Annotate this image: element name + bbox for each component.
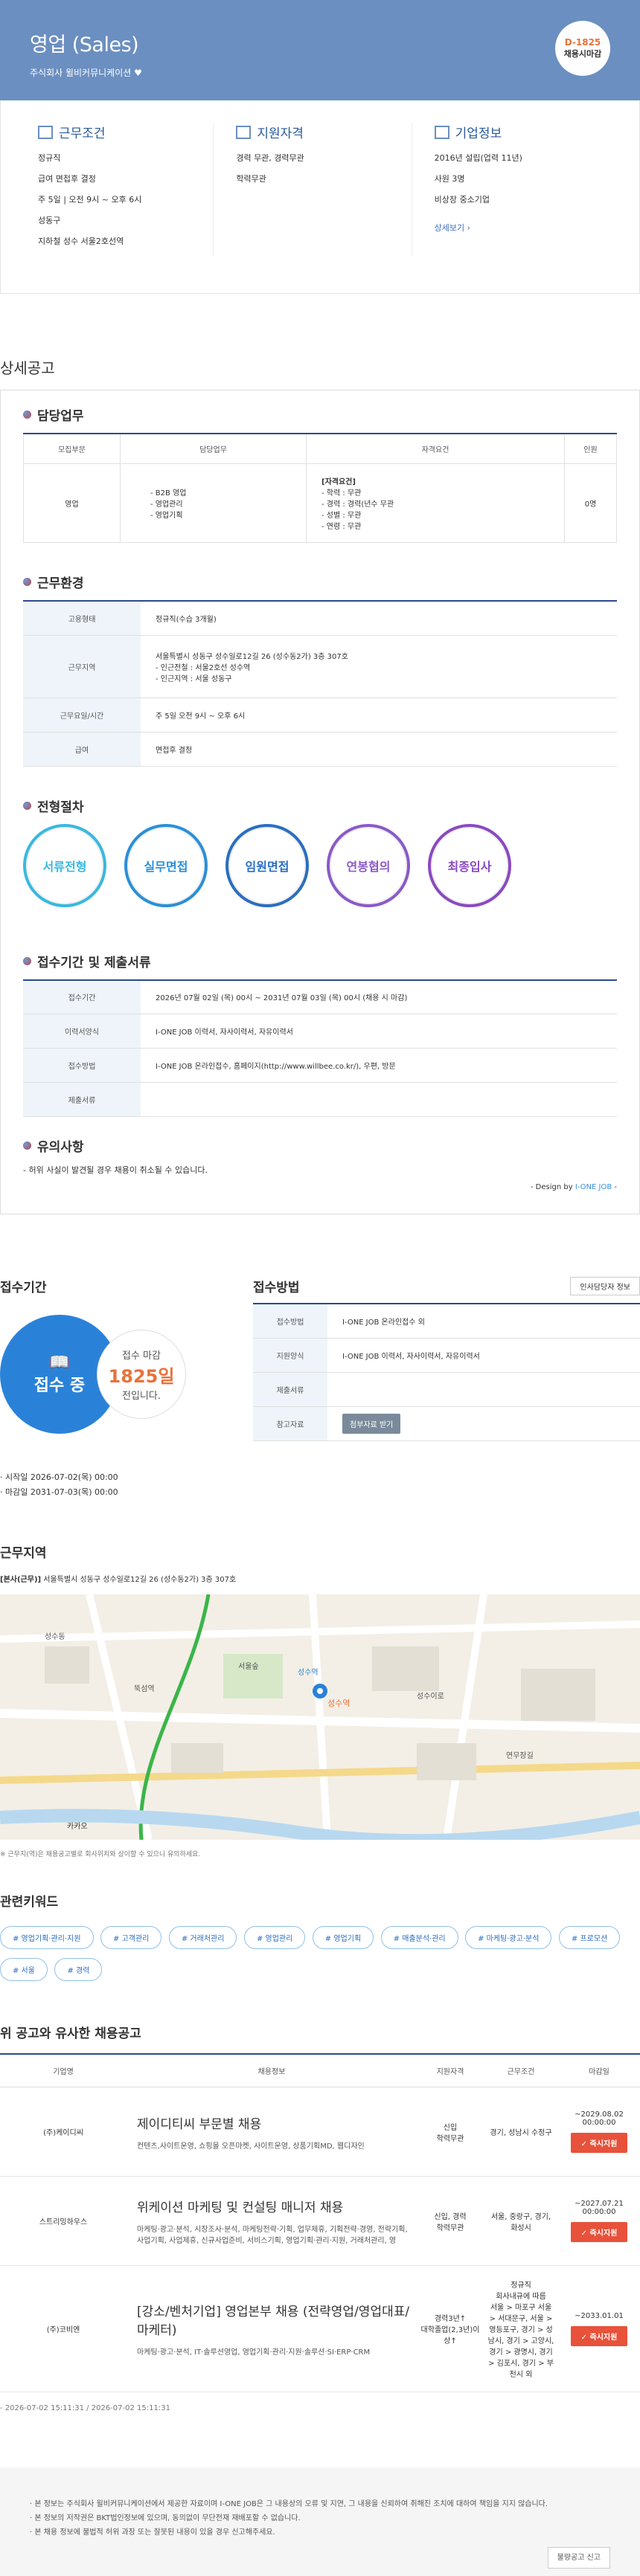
footer: · 본 정보는 주식회사 윌비커뮤니케이션에서 제공한 자료이며 I-ONE J… [0, 2467, 640, 2576]
location-map[interactable]: 성수동 뚝섬역 서울숲 성수역 성수이로 연무장길 카카오 성수역 [0, 1594, 640, 1840]
step-practical-interview: 실무면접 [124, 823, 208, 907]
map-label: 뚝섬역 [134, 1684, 155, 1693]
keyword-tag[interactable]: # 영업기획·관리·지원 [0, 1926, 94, 1949]
method-table: 접수방법 I-ONE JOB 온라인접수 외 지원양식 I-ONE JOB 이력서,… [253, 1303, 640, 1441]
keyword-list: # 영업기획·관리·지원 # 고객관리 # 거래처관리 # 영업관리 # 영업기… [0, 1926, 640, 1990]
keyword-tag[interactable]: # 프로모션 [558, 1926, 621, 1949]
company-name[interactable]: 주식회사 윌비커뮤니케이션 ♥ [30, 66, 640, 79]
bullet-icon [23, 578, 31, 586]
bullet-icon [23, 410, 31, 419]
remaining-circle: 접수 마감 1825일 전입니다. [97, 1330, 186, 1419]
quick-apply-button[interactable]: ✓ 즉시지원 [570, 2222, 628, 2242]
keyword-tag[interactable]: # 서울 [0, 1958, 48, 1981]
company-detail-link[interactable]: 상세보기 [435, 223, 464, 233]
apply-method: 접수방법 인사담당자 정보 접수방법 I-ONE JOB 온라인접수 외 지원양식… [253, 1277, 640, 1498]
detail-body: 담당업무 모집부문 담당업무 자격요건 인원 영업 - B2B 영업 - 영업관리 - 영… [0, 390, 640, 1214]
dday-badge: D-1825 채용시마감 [555, 21, 610, 76]
environment-table: 고용형태 정규직(수습 3개월) 근무지역 서울특별시 성동구 성수일로12길 26… [23, 600, 617, 767]
heart-icon[interactable]: ♥ [134, 68, 142, 78]
keyword-tag[interactable]: # 거래처관리 [168, 1926, 237, 1949]
apply-period: 접수기간 📖 접수 중 접수 마감 1825일 전입니다. · 시작일 2026… [0, 1277, 253, 1498]
map-graphic[interactable]: 성수동 뚝섬역 서울숲 성수역 성수이로 연무장길 카카오 성수역 [0, 1594, 640, 1840]
map-label: 서울숲 [238, 1662, 259, 1671]
similar-table: 기업명 채용정보 지원자격 근무조건 마감일 (주)케이디씨 제이디티씨 부문별 채용 컨… [0, 2053, 640, 2392]
start-date: · 시작일 2026-07-02(목) 00:00 [0, 1472, 118, 1482]
table-row[interactable]: (주)케이디씨 제이디티씨 부문별 채용 컨텐츠,사이트운영, 쇼핑몰 오픈마켓,… [0, 2087, 640, 2177]
map-marker-label: 성수역 [298, 1668, 319, 1677]
keyword-tag[interactable]: # 경력 [54, 1958, 103, 1981]
keyword-tag[interactable]: # 영업관리 [243, 1926, 306, 1949]
step-salary: 연봉협의 [327, 823, 410, 907]
map-label: 성수이로 [417, 1692, 444, 1701]
keyword-tag[interactable]: # 매출분석·관리 [380, 1926, 458, 1949]
keyword-section: 관련키워드 # 영업기획·관리·지원 # 고객관리 # 거래처관리 # 영업관리… [0, 1891, 640, 1990]
design-credit: - Design by I-ONE JOB - [530, 1183, 617, 1191]
table-row[interactable]: 스트리밍하우스 위케이션 마케팅 및 컨설팅 매니저 채용 마케팅·광고·분석, … [0, 2176, 640, 2266]
bullet-icon [23, 1142, 31, 1150]
location-note: ※ 근무지(역)은 채용공고별로 회사위치와 상이할 수 있으니 유의하세요. [0, 1851, 201, 1858]
quick-apply-button[interactable]: ✓ 즉시지원 [570, 2133, 628, 2153]
similar-section: 위 공고와 유사한 채용공고 기업명 채용정보 지원자격 근무조건 마감일 (주)케이디… [0, 2023, 640, 2412]
period-table: 접수기간 2026년 07월 02일 (목) 00시 ~ 2031년 07월 03… [23, 979, 617, 1117]
duty-table: 모집부문 담당업무 자격요건 인원 영업 - B2B 영업 - 영업관리 - 영업기획 [… [23, 433, 617, 543]
step-document: 서류전형 [23, 823, 106, 907]
map-label: 카카오 [67, 1822, 88, 1831]
step-executive-interview: 임원면접 [225, 823, 309, 907]
map-label: 성수동 [45, 1632, 65, 1641]
map-label: 성수역 [327, 1698, 350, 1708]
keyword-tag[interactable]: # 영업기획 [312, 1926, 374, 1949]
location-section: 근무지역 [본사(근무)] 서울특별시 성동구 성수일로12길 26 (성수동2… [0, 1542, 640, 1858]
detail-heading: 상세공고 [0, 359, 55, 377]
job-summary: 근무조건 정규직 급여 면접후 결정 주 5일 | 오전 9시 ~ 오후 6시 성동구… [0, 100, 640, 294]
post-dates: - 2026-07-02 15:11:31 / 2026-07-02 15:11… [0, 2404, 170, 2412]
bullet-icon [23, 801, 31, 810]
apply-section: 접수기간 📖 접수 중 접수 마감 1825일 전입니다. · 시작일 2026… [0, 1277, 640, 1498]
book-icon: 📖 [49, 1353, 70, 1372]
end-date: · 마감일 2031-07-03(목) 00:00 [0, 1487, 118, 1497]
qualifications: 지원자격 경력 무관, 경력무관 학력무관 [213, 123, 411, 256]
building-icon [38, 125, 53, 139]
quick-apply-button[interactable]: ✓ 즉시지원 [570, 2325, 628, 2346]
keyword-tag[interactable]: # 마케팅·광고·분석 [465, 1926, 552, 1949]
report-button[interactable]: 불량공고 신고 [547, 2547, 610, 2569]
company-info: 기업정보 2016년 설립(업력 11년) 사원 3명 비상장 중소기업 상세보기 … [411, 123, 609, 256]
calendar-icon [236, 125, 252, 139]
table-row[interactable]: (주)코비엔 [강소/벤처기업] 영업본부 채용 (전략영업/영업대표/마케터)… [0, 2265, 640, 2392]
attachment-button[interactable]: 첨부자료 받기 [342, 1413, 401, 1434]
job-title: 영업 (Sales) [30, 33, 139, 57]
step-final: 최종입사 [428, 823, 511, 907]
hr-contact-button[interactable]: 인사담당자 정보 [570, 1277, 640, 1295]
notice-text: - 허위 사실이 발견될 경우 채용이 취소될 수 있습니다. [23, 1165, 208, 1175]
job-header: 영업 (Sales) 주식회사 윌비커뮤니케이션 ♥ D-1825 채용시마감 [0, 0, 640, 100]
work-conditions: 근무조건 정규직 급여 면접후 결정 주 5일 | 오전 9시 ~ 오후 6시 성동구… [38, 125, 142, 246]
map-label: 연무장길 [506, 1751, 534, 1760]
briefcase-icon [434, 125, 449, 139]
bullet-icon [23, 956, 31, 965]
keyword-tag[interactable]: # 고객관리 [100, 1926, 162, 1949]
process-steps: 서류전형 실무면접 임원면접 연봉협의 최종입사 [23, 823, 617, 907]
